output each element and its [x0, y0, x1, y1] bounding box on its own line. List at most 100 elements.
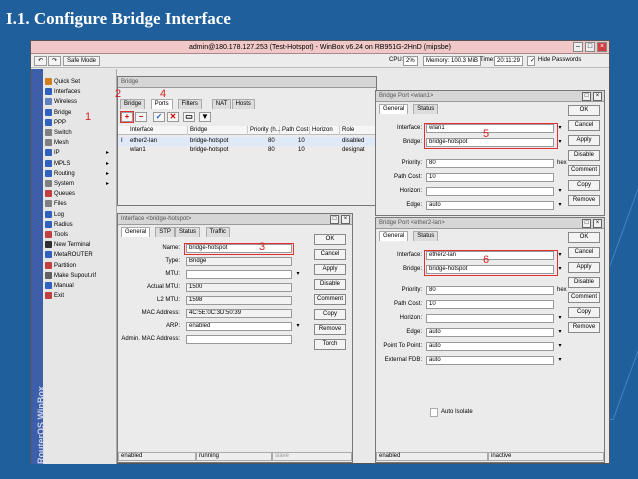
dropdown-arrow-icon[interactable]: ▾	[556, 187, 564, 196]
sidebar-item-make-supout-rif[interactable]: Make Supout.rif	[45, 271, 115, 281]
tab-stp[interactable]: STP	[155, 227, 175, 237]
torch-button[interactable]: Torch	[314, 339, 346, 350]
enable-icon[interactable]: ✓	[153, 112, 165, 122]
sidebar-item-queues[interactable]: Queues	[45, 189, 115, 199]
disable-button[interactable]: Disable	[314, 279, 346, 290]
copy-button[interactable]: Copy	[568, 307, 600, 318]
ok-button[interactable]: OK	[568, 232, 600, 243]
col-bridge[interactable]: Bridge	[188, 126, 248, 135]
tab-nat[interactable]: NAT	[211, 99, 232, 109]
port2-close-icon[interactable]: ×	[593, 219, 602, 228]
ok-button[interactable]: OK	[568, 105, 600, 116]
sidebar-item-routing[interactable]: Routing ▸	[45, 169, 115, 179]
apply-button[interactable]: Apply	[568, 135, 600, 146]
tab-hosts[interactable]: Hosts	[231, 99, 255, 109]
tab-status[interactable]: Status	[413, 104, 439, 114]
table-row[interactable]: Iether2-lan bridge-hotspot 80 10 disabled	[118, 137, 376, 146]
dropdown-arrow-icon[interactable]: ▾	[556, 328, 564, 337]
safe-mode-button[interactable]: Safe Mode	[63, 56, 101, 66]
port2-maximize-icon[interactable]: □	[582, 219, 591, 228]
disable-button[interactable]: Disable	[568, 277, 600, 288]
comment-button[interactable]: Comment	[568, 165, 600, 176]
remove-button[interactable]: Remove	[314, 324, 346, 335]
comment-button[interactable]: Comment	[314, 294, 346, 305]
remove-button[interactable]: Remove	[568, 322, 600, 333]
sidebar-item-switch[interactable]: Switch	[45, 128, 115, 138]
disable-button[interactable]: Disable	[568, 150, 600, 161]
field-edge[interactable]: auto	[426, 201, 554, 210]
tab-general[interactable]: General	[121, 227, 151, 237]
sidebar-item-manual[interactable]: Manual	[45, 281, 115, 291]
col-role[interactable]: Role	[340, 126, 376, 135]
port1-close-icon[interactable]: ×	[593, 92, 602, 101]
close-icon[interactable]: ×	[597, 42, 607, 52]
field-point-to-point[interactable]: auto	[426, 342, 554, 351]
tab-general[interactable]: General	[379, 231, 409, 241]
filter-icon[interactable]: ▼	[199, 112, 211, 122]
field-horizon[interactable]	[426, 187, 554, 196]
sidebar-item-quick-set[interactable]: Quick Set	[45, 77, 115, 87]
minimize-icon[interactable]: –	[573, 42, 583, 52]
sidebar-item-interfaces[interactable]: Interfaces	[45, 87, 115, 97]
sidebar-item-metarouter[interactable]: MetaROUTER	[45, 250, 115, 260]
sidebar-item-system[interactable]: System ▸	[45, 179, 115, 189]
tab-bridge[interactable]: Bridge	[120, 99, 146, 109]
comment-button[interactable]: Comment	[568, 292, 600, 303]
undo-icon[interactable]: ↶	[34, 56, 48, 66]
remove-icon[interactable]: −	[135, 112, 147, 122]
remove-button[interactable]: Remove	[568, 195, 600, 206]
sidebar-item-files[interactable]: Files	[45, 199, 115, 209]
disable-icon[interactable]: ✕	[167, 112, 179, 122]
redo-icon[interactable]: ↷	[48, 56, 62, 66]
port1-maximize-icon[interactable]: □	[582, 92, 591, 101]
field-horizon[interactable]	[426, 314, 554, 323]
auto-isolate-checkbox[interactable]	[430, 408, 438, 417]
dropdown-arrow-icon[interactable]: ▾	[556, 342, 564, 351]
sidebar-item-log[interactable]: Log	[45, 210, 115, 220]
dropdown-arrow-icon[interactable]: ▾	[556, 314, 564, 323]
cancel-button[interactable]: Cancel	[568, 120, 600, 131]
ok-button[interactable]: OK	[314, 234, 346, 245]
table-row[interactable]: wlan1 bridge-hotspot 80 10 designat	[118, 146, 376, 155]
col-interface[interactable]: Interface	[128, 126, 188, 135]
sidebar-item-bridge[interactable]: Bridge	[45, 108, 115, 118]
interface-maximize-icon[interactable]: □	[330, 215, 339, 224]
field-external-fdb[interactable]: auto	[426, 356, 554, 365]
tab-status[interactable]: Status	[175, 227, 201, 237]
copy-button[interactable]: Copy	[314, 309, 346, 320]
sidebar-item-new-terminal[interactable]: New Terminal	[45, 240, 115, 250]
dropdown-arrow-icon[interactable]: ▾	[294, 270, 302, 279]
apply-button[interactable]: Apply	[568, 262, 600, 273]
apply-button[interactable]: Apply	[314, 264, 346, 275]
sidebar-item-ip[interactable]: IP ▸	[45, 148, 115, 158]
col-priority[interactable]: Priority (h...	[248, 126, 281, 135]
col-horizon[interactable]: Horizon	[310, 126, 340, 135]
sidebar-item-ppp[interactable]: PPP	[45, 118, 115, 128]
tab-ports[interactable]: Ports	[150, 99, 173, 109]
field-arp[interactable]: enabled	[186, 322, 292, 331]
col-path-cost[interactable]: Path Cost	[280, 126, 310, 135]
dropdown-arrow-icon[interactable]: ▾	[294, 322, 302, 331]
sidebar-item-radius[interactable]: Radius	[45, 220, 115, 230]
sidebar-item-partition[interactable]: Partition	[45, 261, 115, 271]
cancel-button[interactable]: Cancel	[568, 247, 600, 258]
cancel-button[interactable]: Cancel	[314, 249, 346, 260]
field-admin-mac-address[interactable]	[186, 335, 292, 344]
comment-icon[interactable]: ▭	[183, 112, 195, 122]
tab-filters[interactable]: Filters	[177, 99, 202, 109]
sidebar-item-wireless[interactable]: Wireless	[45, 97, 115, 107]
sidebar-item-mesh[interactable]: Mesh	[45, 138, 115, 148]
sidebar-item-tools[interactable]: Tools	[45, 230, 115, 240]
interface-close-icon[interactable]: ×	[341, 215, 350, 224]
field-path-cost[interactable]: 10	[426, 300, 554, 309]
field-path-cost[interactable]: 10	[426, 173, 554, 182]
field-edge[interactable]: auto	[426, 328, 554, 337]
field-mtu[interactable]	[186, 270, 292, 279]
maximize-icon[interactable]: □	[585, 42, 595, 52]
hide-passwords-checkbox[interactable]: ✓	[527, 56, 535, 66]
field-priority[interactable]: 80	[426, 159, 554, 168]
copy-button[interactable]: Copy	[568, 180, 600, 191]
dropdown-arrow-icon[interactable]: ▾	[556, 201, 564, 210]
field-priority[interactable]: 80	[426, 286, 554, 295]
sidebar-item-exit[interactable]: Exit	[45, 291, 115, 301]
